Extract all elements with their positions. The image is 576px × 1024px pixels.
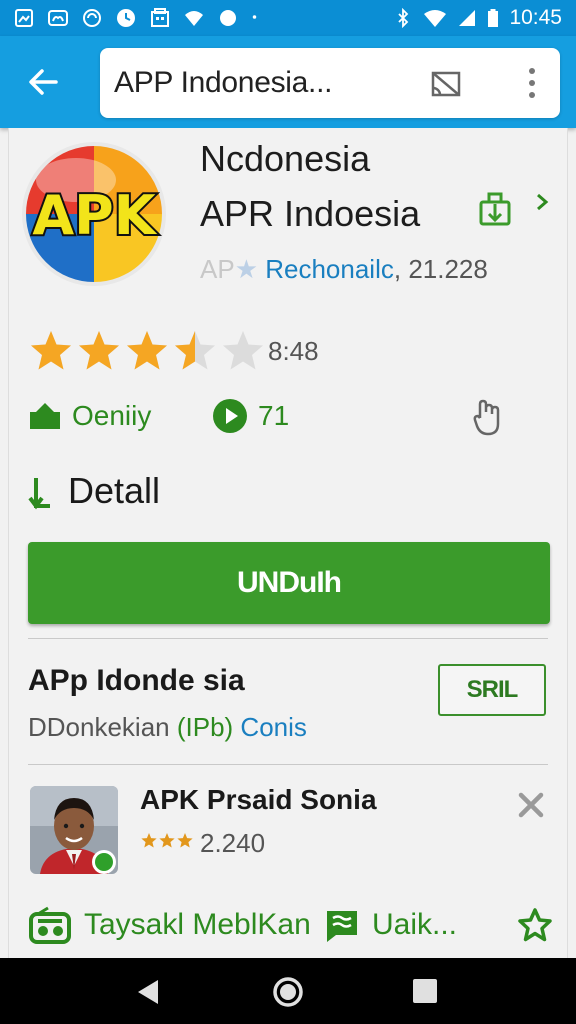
photo-icon: [15, 9, 33, 27]
play-count: 71: [258, 400, 290, 431]
system-nav-bar: [0, 958, 576, 1024]
status-bar: 10:45: [0, 0, 576, 36]
arrow-down-icon: [28, 478, 50, 510]
star-outline-icon[interactable]: [518, 908, 552, 942]
divider: [28, 764, 548, 765]
cast-icon[interactable]: [430, 68, 462, 100]
sync-icon: [83, 9, 101, 27]
divider: [28, 638, 548, 639]
gallery-icon: [151, 8, 169, 27]
related-rating-value: 2.240: [200, 828, 266, 858]
app-bar: APP Indonesia...: [0, 36, 576, 128]
section-sub-link[interactable]: Conis: [233, 712, 306, 742]
rating-star-icon: [223, 331, 263, 370]
chat-icon[interactable]: [324, 908, 360, 944]
download-button[interactable]: UNDuIh: [28, 542, 550, 624]
wifi-signal-icon: [424, 10, 447, 27]
bottom-action-2-label[interactable]: Uaik...: [372, 908, 457, 942]
circle-icon: [220, 10, 236, 26]
related-star-icon: [141, 833, 157, 848]
nav-back-icon[interactable]: [136, 978, 162, 1006]
developer-link[interactable]: Rechonailc: [265, 254, 394, 284]
radio-icon[interactable]: [28, 906, 72, 946]
bluetooth-icon: [398, 8, 409, 28]
status-time: 10:45: [509, 6, 562, 29]
rating-star-icon: [31, 331, 71, 370]
section-sub-green: (IPb): [176, 712, 234, 742]
rating-star-icon: [175, 331, 215, 370]
overflow-menu-icon[interactable]: [525, 66, 539, 100]
shop-bag-icon: [30, 403, 60, 429]
chevron-right-icon[interactable]: [535, 192, 551, 212]
url-text: APP Indonesia...: [114, 66, 333, 99]
related-app-title[interactable]: APK Prsaid Sonia: [140, 784, 377, 816]
rating-star-icon: [127, 331, 167, 370]
nav-home-icon[interactable]: [272, 976, 304, 1008]
related-star-icon: [159, 833, 175, 848]
app-title-line2: APR Indoesia: [200, 193, 421, 234]
app-logo-icon[interactable]: APK: [20, 140, 168, 288]
back-arrow-icon[interactable]: [22, 60, 66, 104]
related-app-avatar[interactable]: [30, 786, 118, 874]
bottom-action-1-label[interactable]: Taysakl MeblKan: [84, 908, 311, 942]
rating-count: 8:48: [268, 336, 319, 366]
app-title-line1: Ncdonesia: [200, 138, 371, 179]
play-icon: [213, 399, 247, 433]
detail-label: Detall: [68, 470, 161, 511]
info-row: Oeniiy 71: [28, 398, 548, 438]
rating-stars: [28, 328, 266, 374]
clock-icon: [117, 9, 135, 27]
hand-touch-icon[interactable]: [472, 398, 502, 436]
logo-text: APK: [32, 184, 157, 247]
section-action-button[interactable]: SRIL: [438, 664, 546, 716]
dismiss-icon[interactable]: [516, 790, 546, 820]
signal-icon: [459, 10, 476, 26]
battery-icon: [488, 9, 499, 27]
related-rating-stars: [141, 833, 193, 848]
meta-faded: AP: [200, 254, 235, 284]
meta-star-icon: ★: [234, 254, 258, 284]
dot-icon: [252, 15, 257, 19]
category-label[interactable]: Oeniiy: [72, 400, 151, 432]
bottom-actions: Taysakl MeblKan Uaik...: [28, 904, 558, 948]
nav-recent-apps-icon[interactable]: [412, 978, 438, 1004]
rating-star-icon: [79, 331, 119, 370]
section-subtitle: DDonkekian (IPb) Conis: [28, 712, 307, 743]
app-meta: AP★ Rechonailc, 21.228: [200, 254, 488, 285]
bookmark-icon[interactable]: [478, 192, 512, 226]
related-star-icon: [177, 833, 193, 848]
meta-count: , 21.228: [393, 254, 488, 284]
wifi-icon: [185, 11, 203, 26]
section-title: APp Idonde sia: [28, 664, 245, 697]
section-sub-prefix: DDonkekian: [28, 712, 177, 742]
url-bar[interactable]: APP Indonesia...: [100, 48, 560, 118]
cloud-icon: [48, 10, 68, 26]
